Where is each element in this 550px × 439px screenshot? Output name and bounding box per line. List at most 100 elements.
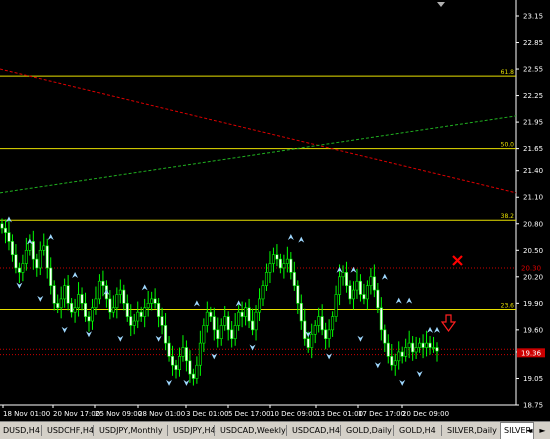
candle-body bbox=[348, 285, 352, 300]
fractal-up-arrow-icon bbox=[298, 236, 305, 243]
candle-body bbox=[390, 356, 394, 366]
candle-body bbox=[84, 303, 88, 317]
candle-body bbox=[365, 285, 369, 300]
x-tick-label: 3 Dec 01:00 bbox=[186, 410, 229, 418]
y-tick-label: 19.05 bbox=[523, 375, 543, 383]
price-label: 19.36 bbox=[521, 349, 542, 357]
tab-separator bbox=[286, 425, 287, 436]
candle-body bbox=[136, 311, 140, 322]
candle-body bbox=[160, 316, 164, 326]
y-tick-label: 22.25 bbox=[523, 92, 543, 100]
tab-usdjpy-monthly[interactable]: USDJPY,Monthly bbox=[96, 423, 166, 438]
tab-dusd-h4[interactable]: DUSD,H4 bbox=[0, 423, 43, 438]
tab-separator bbox=[167, 425, 168, 436]
red-down-arrow-icon bbox=[440, 314, 457, 333]
tab-separator bbox=[393, 425, 394, 436]
candle-body bbox=[435, 347, 439, 352]
fibonacci-level-label: 38.2 bbox=[501, 213, 515, 220]
candle-body bbox=[35, 258, 39, 269]
candle-body bbox=[230, 329, 234, 339]
candle-body bbox=[45, 245, 49, 269]
red-cross-icon bbox=[452, 255, 463, 266]
tab-scroll-left-icon[interactable]: ◄ bbox=[523, 424, 536, 437]
candle-body bbox=[52, 285, 56, 304]
fractal-down-arrow-icon bbox=[166, 379, 173, 386]
candle-body bbox=[157, 303, 161, 317]
fractal-up-arrow-icon bbox=[287, 234, 294, 241]
candle-body bbox=[59, 298, 63, 309]
y-tick-label: 21.10 bbox=[523, 194, 543, 202]
candle-body bbox=[306, 338, 310, 348]
chart-shift-marker-icon bbox=[437, 2, 445, 7]
y-tick-label: 18.75 bbox=[523, 402, 543, 410]
tab-usdjpy-h4[interactable]: USDJPY,H4 bbox=[170, 423, 219, 438]
candle-body bbox=[66, 285, 70, 304]
candle-body bbox=[171, 356, 175, 366]
tab-silver-daily[interactable]: SILVER,Daily bbox=[444, 423, 500, 438]
fibonacci-level-label: 61.8 bbox=[501, 69, 515, 76]
candle-body bbox=[184, 347, 188, 362]
candle-body bbox=[414, 347, 418, 353]
candle-body bbox=[251, 320, 255, 331]
candle-body bbox=[177, 356, 181, 370]
candle-body bbox=[264, 272, 268, 286]
chart-canvas: 23.15 22.85 22.55 22.25 21.95 21.65 21.40 21.10… bbox=[0, 0, 545, 418]
candle-body bbox=[240, 311, 244, 317]
candle-body bbox=[87, 316, 91, 322]
tab-usdcad-h4[interactable]: USDCAD,H4 bbox=[289, 423, 343, 438]
candle-body bbox=[376, 289, 380, 309]
fractal-down-arrow-icon bbox=[37, 295, 44, 302]
x-tick-label: 25 Nov 09:00 bbox=[95, 410, 142, 418]
candle-body bbox=[345, 272, 349, 286]
candle-body bbox=[327, 329, 331, 339]
x-tick-label: 20 Dec 09:00 bbox=[402, 410, 449, 418]
fibonacci-level-label: 23.6 bbox=[501, 303, 515, 310]
candle-body bbox=[115, 294, 119, 309]
candle-body bbox=[195, 364, 199, 379]
candle-body bbox=[358, 280, 362, 295]
candle-body bbox=[73, 307, 77, 313]
fractal-down-arrow-icon bbox=[416, 371, 423, 378]
price-chart[interactable]: 23.15 22.85 22.55 22.25 21.95 21.65 21.40 21.10… bbox=[0, 0, 550, 421]
red-trend-line bbox=[0, 68, 517, 194]
fractal-up-arrow-icon bbox=[381, 273, 388, 280]
candle-body bbox=[247, 307, 251, 322]
candle-body bbox=[320, 316, 324, 331]
fractal-down-arrow-icon bbox=[399, 379, 406, 386]
candle-body bbox=[56, 303, 60, 309]
candle-body bbox=[14, 254, 18, 269]
candle-body bbox=[101, 280, 105, 286]
fractal-up-arrow-icon bbox=[47, 234, 54, 241]
candle-body bbox=[7, 232, 11, 242]
y-tick-label: 20.80 bbox=[523, 220, 543, 228]
candle-body bbox=[383, 329, 387, 344]
x-tick-label: 10 Dec 09:00 bbox=[270, 410, 317, 418]
tab-usdchf-h4[interactable]: USDCHF,H4 bbox=[44, 423, 97, 438]
y-tick-label: 19.90 bbox=[523, 300, 543, 308]
candle-body bbox=[397, 351, 401, 362]
tab-separator bbox=[41, 425, 42, 436]
candle-body bbox=[90, 307, 94, 322]
candle-body bbox=[212, 316, 216, 331]
fractal-up-arrow-icon bbox=[72, 272, 79, 279]
candle-body bbox=[317, 316, 321, 326]
tab-usdcad-weekly[interactable]: USDCAD,Weekly bbox=[217, 423, 289, 438]
candle-body bbox=[24, 249, 28, 264]
tab-gold-daily[interactable]: GOLD,Daily bbox=[343, 423, 395, 438]
candle-body bbox=[181, 347, 185, 357]
candle-body bbox=[219, 325, 223, 339]
candle-body bbox=[3, 227, 7, 233]
candle-body bbox=[275, 254, 279, 260]
candle-body bbox=[97, 280, 101, 300]
candle-body bbox=[38, 249, 42, 269]
candle-body bbox=[289, 258, 293, 273]
tab-gold-h4[interactable]: GOLD,H4 bbox=[396, 423, 439, 438]
tab-scroll-right-icon[interactable]: ► bbox=[536, 424, 549, 437]
candle-body bbox=[49, 267, 53, 286]
candle-body bbox=[313, 325, 317, 335]
candle-body bbox=[355, 280, 359, 291]
candle-body bbox=[324, 329, 328, 339]
candle-body bbox=[407, 342, 411, 348]
tab-separator bbox=[214, 425, 215, 436]
candle-body bbox=[285, 258, 289, 264]
